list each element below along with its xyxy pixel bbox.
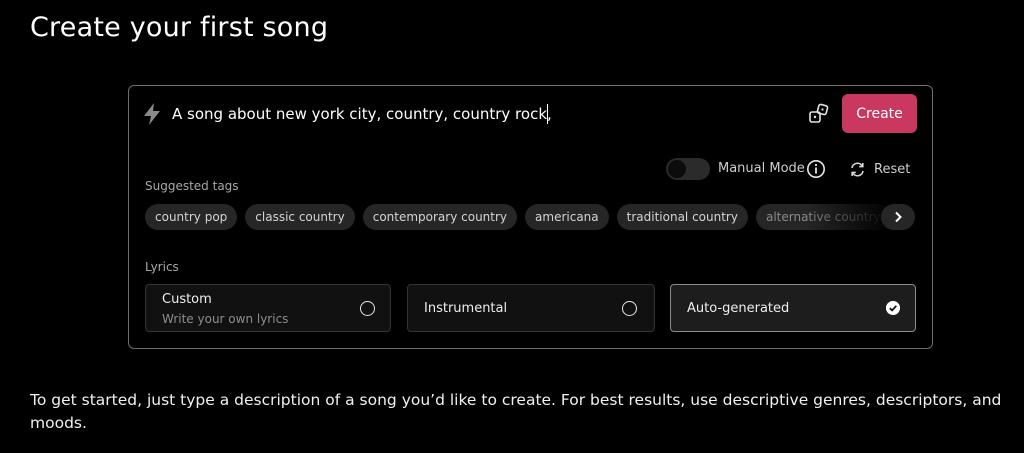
option-title: Auto-generated — [687, 301, 790, 316]
refresh-icon — [851, 161, 864, 177]
tag-chip[interactable]: classic country — [245, 204, 355, 230]
tag-chip[interactable]: traditional country — [616, 204, 748, 230]
suggested-tags-row: country pop classic country contemporary… — [145, 204, 915, 230]
tag-chip[interactable]: americana — [525, 204, 609, 230]
tag-chip[interactable]: contemporary country — [362, 204, 518, 230]
option-title: Custom — [162, 292, 212, 307]
dice-icon[interactable] — [808, 103, 830, 125]
chevron-right-icon — [895, 211, 902, 223]
option-subtitle: Write your own lyrics — [162, 312, 289, 326]
reset-button[interactable]: Reset — [849, 159, 910, 179]
tag-chip[interactable]: alternative country — [755, 204, 891, 230]
tag-chip[interactable]: country pop — [145, 204, 238, 230]
radio-unchecked-icon — [622, 301, 637, 316]
radio-unchecked-icon — [360, 301, 375, 316]
check-circle-icon — [886, 301, 900, 315]
lyrics-option-auto-generated[interactable]: Auto-generated — [670, 284, 916, 332]
help-text: To get started, just type a description … — [30, 391, 1002, 432]
manual-mode-toggle[interactable] — [666, 158, 710, 180]
tags-next-button[interactable] — [881, 204, 915, 230]
reset-label: Reset — [874, 161, 911, 177]
toggle-knob — [668, 160, 686, 178]
info-icon[interactable] — [806, 159, 826, 179]
create-button[interactable]: Create — [842, 94, 917, 133]
lyrics-option-instrumental[interactable]: Instrumental — [407, 284, 655, 332]
lyrics-label: Lyrics — [145, 260, 179, 274]
lyrics-option-custom[interactable]: Custom Write your own lyrics — [145, 284, 391, 332]
text-caret — [547, 104, 548, 124]
bolt-icon — [144, 103, 160, 125]
suggested-tags-label: Suggested tags — [145, 179, 239, 193]
song-description-input[interactable] — [172, 101, 792, 127]
page-title: Create your first song — [30, 12, 329, 43]
song-create-card: Create Manual Mode Reset Suggested tags … — [128, 85, 933, 349]
manual-mode-label: Manual Mode — [718, 161, 805, 176]
option-title: Instrumental — [424, 301, 508, 316]
